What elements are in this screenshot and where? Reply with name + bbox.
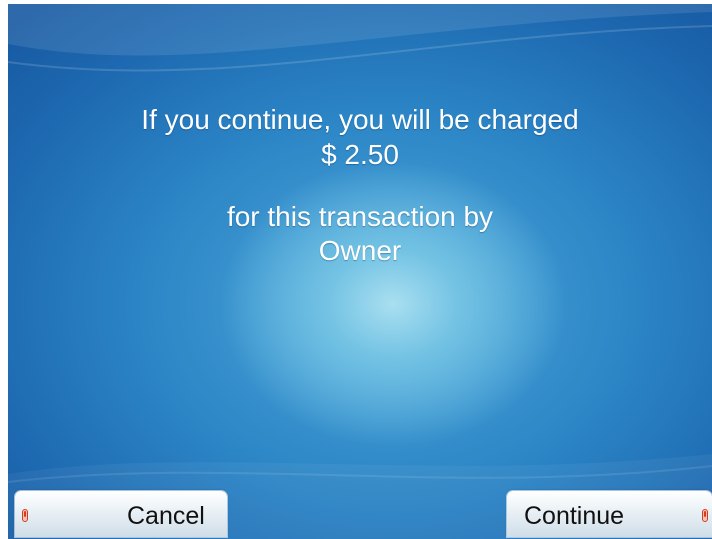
charge-amount: $ 2.50: [321, 139, 399, 170]
cancel-button-label: Cancel: [127, 502, 205, 530]
atm-frame: If you continue, you will be charged $ 2…: [0, 0, 712, 539]
continue-button[interactable]: Continue: [507, 491, 712, 537]
continue-button-label: Continue: [524, 502, 625, 530]
transaction-by-text: for this transaction by: [226, 201, 494, 232]
background-swoosh: [8, 4, 712, 539]
charge-notice-text: If you continue, you will be charged: [141, 104, 579, 135]
left-side-key-indicator-icon: [22, 509, 28, 522]
atm-screen: If you continue, you will be charged $ 2…: [8, 4, 712, 539]
cancel-button[interactable]: Cancel: [15, 491, 227, 537]
charger-name: Owner: [318, 235, 402, 266]
right-side-key-indicator-icon: [702, 509, 708, 522]
